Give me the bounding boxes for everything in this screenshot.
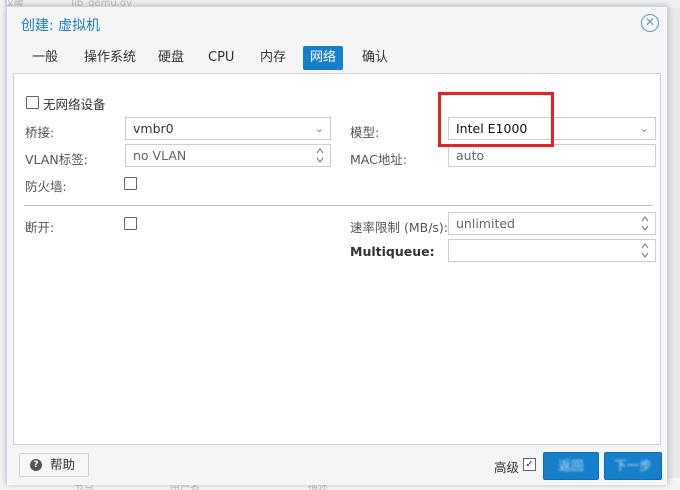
- help-button-label: 帮助: [50, 457, 76, 472]
- tab-network[interactable]: 网络: [303, 46, 344, 70]
- spinner-icon[interactable]: [316, 147, 324, 164]
- tab-general[interactable]: 一般: [25, 46, 65, 70]
- model-value: Intel E1000: [456, 121, 528, 136]
- multiqueue-label: Multiqueue:: [350, 244, 435, 259]
- background-strip: [668, 8, 680, 478]
- dialog-footer: ? 帮助 高级 ✓ 返回 下一步: [7, 447, 667, 485]
- spinner-icon[interactable]: [641, 242, 649, 259]
- bridge-value: vmbr0: [133, 121, 174, 136]
- vlan-label: VLAN标签:: [25, 152, 88, 167]
- mac-field[interactable]: auto: [448, 144, 656, 167]
- firewall-checkbox[interactable]: [124, 177, 137, 190]
- disconnect-checkbox[interactable]: [124, 217, 137, 230]
- spinner-icon[interactable]: [641, 215, 649, 232]
- divider: [24, 205, 652, 206]
- no-network-checkbox[interactable]: [26, 96, 39, 109]
- tab-disk[interactable]: 硬盘: [151, 46, 191, 70]
- mac-value: auto: [456, 148, 485, 163]
- back-button[interactable]: 返回: [543, 452, 599, 480]
- multiqueue-field[interactable]: [448, 239, 656, 262]
- firewall-label: 防火墙:: [25, 179, 67, 194]
- create-vm-dialog: 创建: 虚拟机 ✕ 一般 操作系统 硬盘 CPU 内存 网络 确认 无网络设备 …: [6, 6, 668, 485]
- dialog-title: 创建: 虚拟机: [21, 18, 101, 34]
- model-select[interactable]: Intel E1000 ⌄: [448, 117, 656, 140]
- disconnect-label: 断开:: [25, 220, 55, 235]
- advanced-checkbox[interactable]: ✓: [523, 458, 536, 471]
- help-button[interactable]: ? 帮助: [19, 453, 89, 477]
- tab-confirm[interactable]: 确认: [355, 46, 395, 70]
- dialog-titlebar: 创建: 虚拟机 ✕: [7, 7, 667, 41]
- close-icon[interactable]: ✕: [641, 14, 659, 32]
- tab-bar: 一般 操作系统 硬盘 CPU 内存 网络 确认: [7, 43, 667, 73]
- rate-limit-field[interactable]: unlimited: [448, 212, 656, 235]
- advanced-label: 高级: [494, 460, 520, 475]
- chevron-down-icon[interactable]: ⌄: [315, 118, 324, 139]
- tab-memory[interactable]: 内存: [253, 46, 293, 70]
- next-button[interactable]: 下一步: [604, 452, 662, 480]
- vlan-field[interactable]: no VLAN: [125, 144, 331, 167]
- model-label: 模型:: [350, 125, 380, 140]
- chevron-down-icon[interactable]: ⌄: [640, 118, 649, 139]
- question-icon: ?: [30, 459, 42, 471]
- bridge-label: 桥接:: [25, 125, 55, 140]
- rate-limit-value: unlimited: [456, 216, 515, 231]
- mac-label: MAC地址:: [350, 152, 408, 167]
- network-form-panel: 无网络设备 桥接: vmbr0 ⌄ VLAN标签: no VLAN 防火墙: 模…: [13, 73, 661, 445]
- bridge-select[interactable]: vmbr0 ⌄: [125, 117, 331, 140]
- next-button-label: 下一步: [614, 458, 652, 473]
- no-network-label: 无网络设备: [43, 97, 106, 112]
- tab-os[interactable]: 操作系统: [77, 46, 143, 70]
- back-button-label: 返回: [558, 458, 584, 473]
- rate-limit-label: 速率限制 (MB/s):: [350, 220, 449, 235]
- tab-cpu[interactable]: CPU: [201, 46, 241, 70]
- vlan-value: no VLAN: [133, 148, 187, 163]
